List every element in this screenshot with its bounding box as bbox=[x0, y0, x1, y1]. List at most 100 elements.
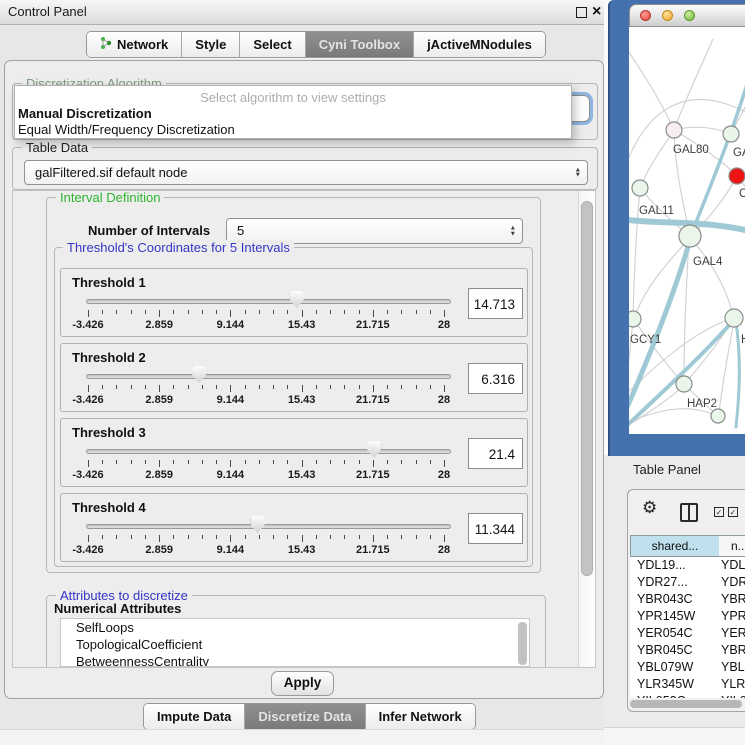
close-traffic-light-icon[interactable] bbox=[640, 10, 651, 21]
split-columns-icon[interactable] bbox=[680, 503, 698, 522]
control-panel-titlebar bbox=[0, 0, 604, 25]
slider-scale-label: 15.43 bbox=[288, 394, 316, 406]
slider-track[interactable] bbox=[86, 449, 451, 454]
slider-thumb[interactable] bbox=[367, 441, 381, 458]
table-data-combobox[interactable]: galFiltered.sif default node ▲▼ bbox=[24, 160, 588, 185]
slider-tick bbox=[287, 460, 288, 464]
table-row[interactable]: YER054CYER0 bbox=[630, 625, 745, 642]
threshold-value-field[interactable]: 11.344 bbox=[468, 513, 523, 544]
network-node-gcy1[interactable] bbox=[629, 311, 641, 327]
table-row[interactable]: YPR145WYPR1 bbox=[630, 608, 745, 625]
table-row[interactable]: YBR045CYBR0 bbox=[630, 642, 745, 659]
interval-definition-title: Interval Definition bbox=[56, 190, 164, 205]
table-row[interactable]: YDR27...YDR2 bbox=[630, 574, 745, 591]
column-header-shared-name[interactable]: shared... bbox=[630, 535, 720, 557]
slider-tick bbox=[444, 460, 445, 467]
column-header-name[interactable]: n... bbox=[719, 535, 745, 557]
table-row[interactable]: YDL19...YDL1 bbox=[630, 557, 745, 574]
numerical-attributes-list[interactable]: SelfLoopsTopologicalCoefficientBetweenne… bbox=[60, 618, 530, 667]
slider-scale-label: -3.426 bbox=[72, 544, 103, 556]
slider-tick bbox=[88, 310, 89, 317]
slider-tick bbox=[387, 535, 388, 539]
slider-thumb[interactable] bbox=[290, 291, 304, 308]
threshold-value-field[interactable]: 21.4 bbox=[468, 438, 523, 469]
tab-label: Impute Data bbox=[157, 709, 231, 724]
slider-track[interactable] bbox=[86, 299, 451, 304]
tab-label: Infer Network bbox=[379, 709, 462, 724]
slider-tick bbox=[316, 460, 317, 464]
attributes-list-scrollbar[interactable] bbox=[518, 622, 527, 665]
network-node-h[interactable] bbox=[725, 309, 743, 327]
tab-select[interactable]: Select bbox=[239, 32, 304, 57]
slider-tick bbox=[188, 310, 189, 314]
slider-tick bbox=[145, 385, 146, 389]
attribute-list-item[interactable]: TopologicalCoefficient bbox=[61, 636, 529, 653]
network-window-titlebar[interactable] bbox=[629, 4, 745, 27]
slider-tick bbox=[344, 460, 345, 464]
checkbox-icon[interactable]: ✓ bbox=[714, 507, 724, 517]
popup-option[interactable]: Equal Width/Frequency Discretization bbox=[15, 122, 571, 138]
slider-tick bbox=[401, 385, 402, 389]
slider-track[interactable] bbox=[86, 524, 451, 529]
slider-tick bbox=[416, 535, 417, 539]
slider-thumb[interactable] bbox=[192, 366, 206, 383]
threshold-value-field[interactable]: 14.713 bbox=[468, 288, 523, 319]
apply-button[interactable]: Apply bbox=[271, 671, 334, 696]
tab-discretize-data[interactable]: Discretize Data bbox=[244, 704, 364, 729]
attribute-list-item[interactable]: SelfLoops bbox=[61, 619, 529, 636]
tab-infer-network[interactable]: Infer Network bbox=[365, 704, 475, 729]
network-node-gal4[interactable] bbox=[679, 225, 701, 247]
network-node-gal80[interactable] bbox=[666, 122, 682, 138]
network-node-gal11[interactable] bbox=[632, 180, 648, 196]
tab-network[interactable]: Network bbox=[87, 32, 181, 57]
tab-cyni-toolbox[interactable]: Cyni Toolbox bbox=[305, 32, 413, 57]
table-row[interactable]: YLR345WYLR3 bbox=[630, 676, 745, 693]
network-node[interactable] bbox=[723, 126, 739, 142]
slider-scale-label: -3.426 bbox=[72, 394, 103, 406]
table-row[interactable]: YBR043CYBR0 bbox=[630, 591, 745, 608]
slider-tick bbox=[173, 535, 174, 539]
gear-icon[interactable]: ⚙ bbox=[642, 498, 657, 518]
checkbox-icon[interactable]: ✓ bbox=[728, 507, 738, 517]
minimize-traffic-light-icon[interactable] bbox=[662, 10, 673, 21]
table-horizontal-scrollbar[interactable] bbox=[630, 700, 742, 708]
popup-option[interactable]: Manual Discretization bbox=[15, 106, 571, 122]
close-panel-icon[interactable]: × bbox=[592, 1, 601, 23]
slider-tick bbox=[416, 310, 417, 314]
tab-style[interactable]: Style bbox=[181, 32, 239, 57]
tab-label: Cyni Toolbox bbox=[319, 37, 400, 52]
network-graph: GAL80GAGAL11CGAL4GCY1HHAP2 bbox=[629, 27, 745, 434]
network-node[interactable] bbox=[729, 168, 745, 184]
slider-track[interactable] bbox=[86, 374, 451, 379]
slider-tick bbox=[159, 310, 160, 317]
tab-impute-data[interactable]: Impute Data bbox=[144, 704, 244, 729]
network-node[interactable] bbox=[711, 409, 725, 423]
slider-tick bbox=[330, 535, 331, 539]
scrollbar-thumb[interactable] bbox=[581, 201, 593, 576]
tab-label: Style bbox=[195, 37, 226, 52]
slider-tick bbox=[387, 310, 388, 314]
popup-placeholder: Select algorithm to view settings bbox=[15, 90, 571, 106]
slider-tick bbox=[444, 310, 445, 317]
slider-thumb[interactable] bbox=[251, 516, 265, 533]
slider-tick bbox=[202, 385, 203, 389]
threshold-value-field[interactable]: 6.316 bbox=[468, 363, 523, 394]
network-view-window[interactable]: GAL80GAGAL11CGAL4GCY1HHAP2 bbox=[608, 0, 745, 456]
table-row[interactable]: YIL052CYIL0 bbox=[630, 693, 745, 698]
slider-tick bbox=[102, 535, 103, 539]
table-row[interactable]: YBL079WYBL0 bbox=[630, 659, 745, 676]
slider-tick bbox=[202, 535, 203, 539]
node-label: GAL80 bbox=[673, 144, 709, 156]
cell-shared-name: YBR045C bbox=[637, 642, 693, 659]
slider-tick bbox=[273, 385, 274, 389]
slider-tick bbox=[344, 385, 345, 389]
float-window-icon[interactable] bbox=[576, 7, 587, 18]
slider-scale-label: 2.859 bbox=[145, 394, 173, 406]
network-node-hap2[interactable] bbox=[676, 376, 692, 392]
table-panel-container: ⚙ ✓ ✓ shared... n... YDL19...YDL1YDR27..… bbox=[627, 489, 745, 712]
network-canvas[interactable]: GAL80GAGAL11CGAL4GCY1HHAP2 bbox=[629, 27, 745, 434]
tab-jactivemnodules[interactable]: jActiveMNodules bbox=[413, 32, 545, 57]
attribute-list-item[interactable]: BetweennessCentrality bbox=[61, 653, 529, 667]
network-icon bbox=[100, 36, 112, 53]
zoom-traffic-light-icon[interactable] bbox=[684, 10, 695, 21]
